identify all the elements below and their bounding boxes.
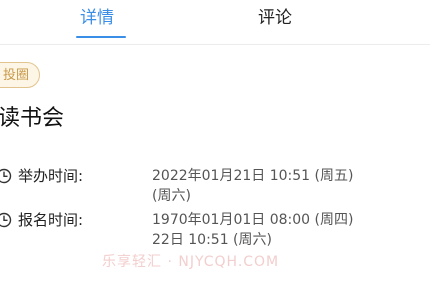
event-detail-page: 详情 评论 投圈 读书会 举办时间: 2022年01月21日 10:51 (周五… — [0, 0, 430, 284]
signup-time-label: 报名时间: — [18, 211, 84, 229]
clock-icon — [0, 168, 12, 184]
event-title: 读书会 — [0, 106, 65, 131]
signup-time-value: 1970年01月01日 08:00 (周四) 22日 10:51 (周六) — [152, 212, 354, 248]
category-tag: 投圈 — [0, 62, 41, 88]
tab-comments[interactable]: 评论 — [258, 4, 292, 32]
clock-icon — [0, 212, 12, 228]
hold-time-value: 2022年01月21日 10:51 (周五) (周六) — [152, 168, 354, 204]
watermark: 乐享轻汇 · NJYCQH.COM — [102, 254, 280, 270]
tab-bar: 详情 评论 — [0, 0, 430, 45]
active-tab-indicator — [76, 36, 126, 38]
tab-details[interactable]: 详情 — [80, 4, 114, 32]
hold-time-label: 举办时间: — [18, 167, 84, 185]
